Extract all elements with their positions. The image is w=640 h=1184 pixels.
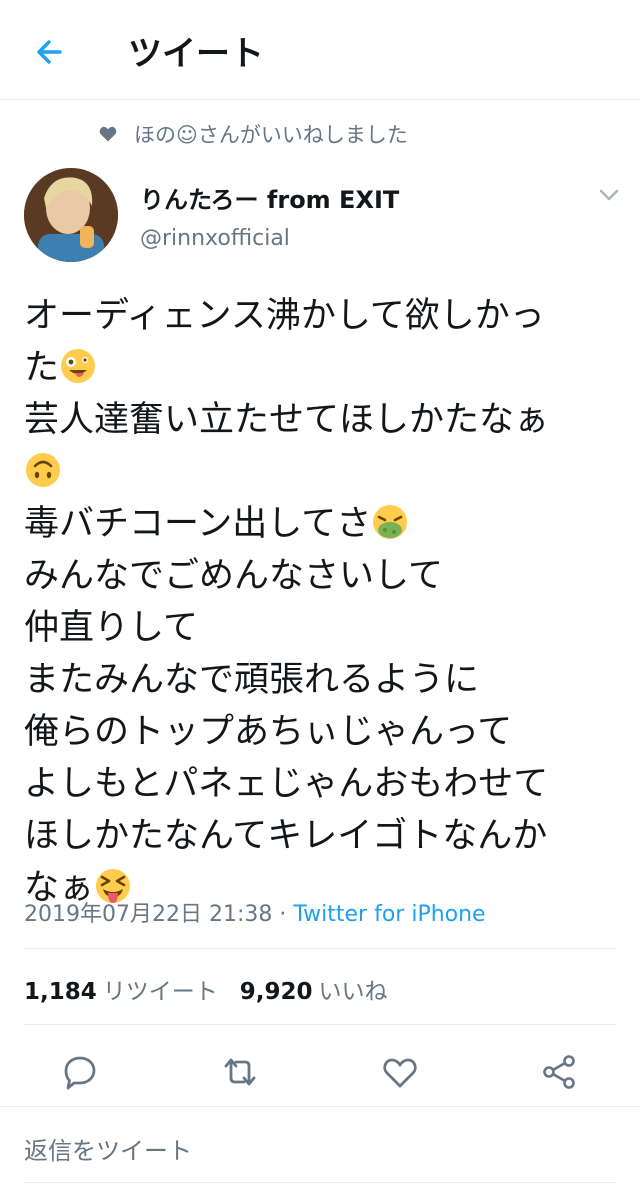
tweet-line: よしもとパネェじゃんおもわせて xyxy=(24,764,549,804)
tweet-text: オーディェンス沸かして欲しかっ た 芸人達奮い立たせてほしかたなぁ 毒バチコーン… xyxy=(24,290,624,914)
tweet-line: た xyxy=(24,348,60,388)
tweet-line: 毒バチコーン出してさ xyxy=(24,504,372,544)
meta-separator: · xyxy=(272,902,294,927)
tweet-line: 仲直りして xyxy=(24,608,198,648)
like-label[interactable]: いいね xyxy=(319,979,388,1005)
avatar[interactable] xyxy=(24,168,118,262)
author-display-name[interactable]: りんたろー from EXIT xyxy=(140,180,399,215)
tweet-line: ほしかたなんてキレイゴトなんか xyxy=(24,816,548,856)
author-handle[interactable]: @rinnxofficial xyxy=(140,226,290,251)
tweet-line: 俺らのトップあちぃじゃんって xyxy=(24,712,513,752)
reply-input[interactable]: 返信をツイート xyxy=(24,1131,192,1166)
tweet-actions xyxy=(0,1046,640,1102)
divider xyxy=(24,1024,616,1025)
heart-icon xyxy=(99,126,117,142)
avatar-image xyxy=(24,168,118,262)
retweet-icon[interactable] xyxy=(218,1050,262,1094)
nauseated-face-emoji-icon xyxy=(373,505,408,539)
retweet-count[interactable]: 1,184 xyxy=(24,979,97,1005)
tweet-meta: 2019年07月22日 21:38 · Twitter for iPhone xyxy=(24,896,486,928)
tweet-source-link[interactable]: Twitter for iPhone xyxy=(293,902,485,927)
like-count[interactable]: 9,920 xyxy=(240,979,313,1005)
page-title: ツイート xyxy=(128,34,264,74)
back-arrow-icon[interactable] xyxy=(30,32,70,72)
retweet-label[interactable]: リツイート xyxy=(103,979,218,1005)
zany-face-emoji-icon xyxy=(61,349,96,383)
chevron-down-icon[interactable] xyxy=(598,186,620,204)
tweet-line: 芸人達奮い立たせてほしかたなぁ xyxy=(24,400,550,440)
tweet-line: オーディェンス沸かして欲しかっ xyxy=(24,296,545,336)
share-icon[interactable] xyxy=(538,1050,582,1094)
top-bar: ツイート xyxy=(0,0,640,100)
social-context: ほの☺さんがいいねしました xyxy=(98,118,408,150)
tweet-timestamp: 2019年07月22日 21:38 xyxy=(24,902,273,927)
like-heart-icon[interactable] xyxy=(378,1050,422,1094)
upside-down-face-emoji-icon xyxy=(26,453,60,487)
tweet-line: またみんなで頑張れるように xyxy=(24,660,480,700)
divider xyxy=(0,1106,640,1107)
divider xyxy=(24,948,616,949)
reply-icon[interactable] xyxy=(58,1050,102,1094)
divider xyxy=(24,1182,616,1183)
tweet-line: みんなでごめんなさいして xyxy=(24,556,443,596)
liked-by-text[interactable]: ほの☺さんがいいねしました xyxy=(134,119,408,149)
engagement-stats: 1,184 リツイート 9,920 いいね xyxy=(24,972,410,1006)
